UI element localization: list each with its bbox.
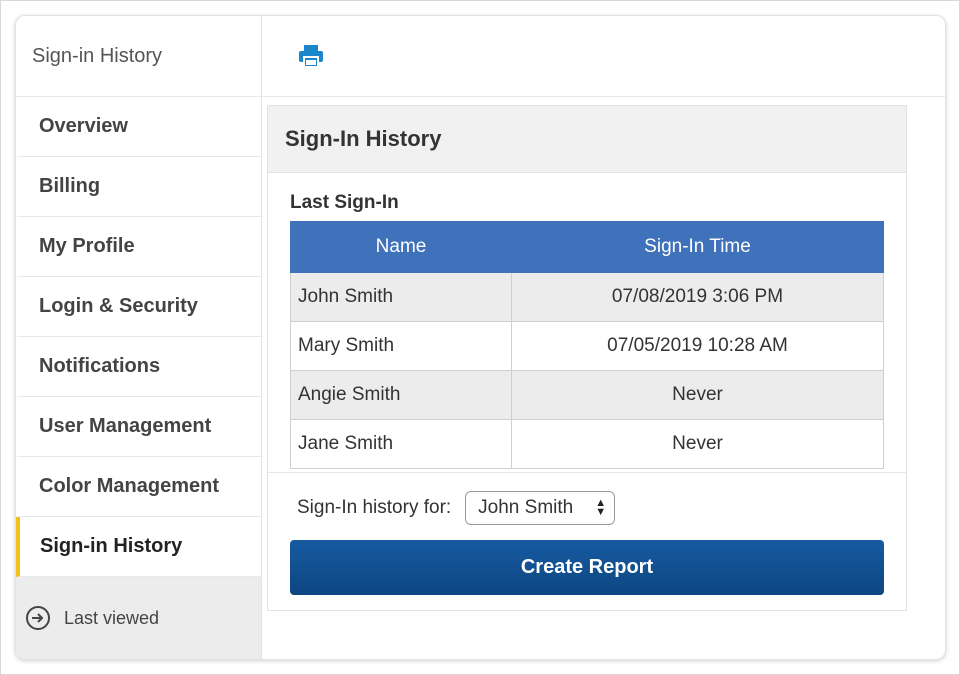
top-toolbar (262, 16, 945, 97)
sidebar-item-sign-in-history[interactable]: Sign-in History (16, 517, 261, 577)
cell-name: Jane Smith (290, 419, 512, 469)
cell-name: John Smith (290, 272, 512, 322)
table-header-row: Name Sign-In Time (290, 221, 884, 273)
sidebar-item-my-profile[interactable]: My Profile (16, 217, 261, 277)
cell-name: Angie Smith (290, 370, 512, 420)
cell-sign-in-time: 07/08/2019 3:06 PM (511, 272, 884, 322)
create-report-button[interactable]: Create Report (290, 540, 884, 595)
print-icon[interactable] (298, 44, 324, 68)
select-arrows-icon: ▲ ▼ (595, 497, 607, 518)
column-header-name: Name (290, 221, 512, 273)
sidebar-item-user-management[interactable]: User Management (16, 397, 261, 457)
table-row: John Smith 07/08/2019 3:06 PM (290, 272, 884, 322)
user-select[interactable]: John Smith ▲ ▼ (465, 491, 616, 525)
cell-name: Mary Smith (290, 321, 512, 371)
last-sign-in-heading: Last Sign-In (290, 192, 399, 213)
sidebar: Sign-in History Overview Billing My Prof… (16, 16, 262, 659)
last-viewed-link[interactable]: Last viewed (16, 577, 261, 659)
history-filter-row: Sign-In history for: John Smith ▲ ▼ (297, 491, 616, 525)
sign-in-table: Name Sign-In Time John Smith 07/08/2019 … (290, 221, 884, 469)
sidebar-item-overview[interactable]: Overview (16, 97, 261, 157)
divider (268, 472, 906, 473)
cell-sign-in-time: 07/05/2019 10:28 AM (511, 321, 884, 371)
table-row: Mary Smith 07/05/2019 10:28 AM (290, 321, 884, 371)
sidebar-item-billing[interactable]: Billing (16, 157, 261, 217)
sign-in-history-panel: Sign-In History Last Sign-In Name Sign-I… (267, 105, 907, 611)
arrow-right-circle-icon (26, 606, 50, 630)
filter-label: Sign-In history for: (297, 497, 452, 518)
cell-sign-in-time: Never (511, 419, 884, 469)
user-select-value: John Smith (478, 497, 574, 518)
last-viewed-label: Last viewed (64, 607, 160, 628)
sidebar-title: Sign-in History (16, 16, 261, 97)
sidebar-item-login-security[interactable]: Login & Security (16, 277, 261, 337)
column-header-sign-in-time: Sign-In Time (511, 221, 884, 273)
table-row: Angie Smith Never (290, 370, 884, 420)
sidebar-item-notifications[interactable]: Notifications (16, 337, 261, 397)
sidebar-item-color-management[interactable]: Color Management (16, 457, 261, 517)
cell-sign-in-time: Never (511, 370, 884, 420)
table-row: Jane Smith Never (290, 419, 884, 469)
panel-title: Sign-In History (268, 106, 906, 173)
